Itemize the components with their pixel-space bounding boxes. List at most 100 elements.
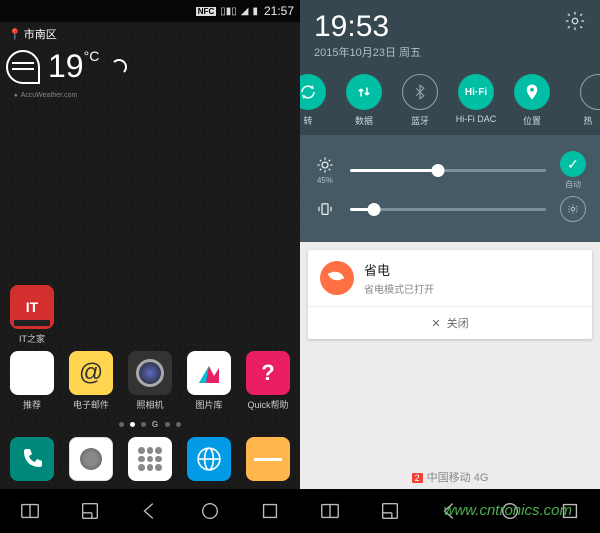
nav-bar (300, 489, 600, 533)
nav-back-button[interactable] (436, 497, 464, 525)
brightness-icon: 45% (310, 156, 340, 185)
app-label: 照相机 (136, 398, 163, 411)
globe-icon (187, 437, 231, 481)
dock-contacts[interactable] (65, 437, 117, 481)
hifi-icon: Hi·Fi (458, 74, 494, 110)
volume-slider[interactable] (350, 208, 546, 211)
status-bar: NFC ▯▮▯ ◢ ▮ 21:57 (0, 0, 300, 22)
brightness-slider[interactable] (350, 169, 546, 172)
gallery-icon (187, 351, 231, 395)
weather-unit: °C (84, 48, 100, 64)
battery-icon: ▮ (252, 6, 258, 17)
brightness-percent: 45% (317, 176, 333, 185)
bluetooth-icon (402, 74, 438, 110)
dot (119, 422, 124, 427)
tile-label: 位置 (523, 114, 541, 127)
dot-g: G (152, 420, 159, 429)
nav-home-button[interactable] (496, 497, 524, 525)
app-label: 电子邮件 (73, 398, 109, 411)
app-label: Quick帮助 (247, 398, 288, 411)
location-label[interactable]: 📍 市南区 (8, 26, 57, 42)
location-icon (514, 74, 550, 110)
qs-tiles[interactable]: 转 数据 蓝牙 Hi·Fi Hi-Fi DAC 位置 热 (300, 66, 600, 135)
nav-dual-button[interactable] (316, 497, 344, 525)
nfc-icon: NFC (196, 7, 216, 16)
location-text: 市南区 (24, 26, 57, 42)
sound-settings-button[interactable] (560, 196, 586, 222)
notif-title: 省电 (364, 260, 434, 279)
hotspot-icon (580, 74, 600, 110)
weather-credit: AccuWeather.com (14, 92, 77, 99)
tile-rotate[interactable]: 转 (300, 74, 336, 127)
nav-qslide-button[interactable] (76, 497, 104, 525)
close-icon: ✕ (431, 317, 440, 330)
phone-icon (10, 437, 54, 481)
dock-apps[interactable] (124, 437, 176, 481)
app-quickhelp[interactable]: ? Quick帮助 (242, 351, 294, 411)
qs-date: 2015年10月23日 周五 (314, 44, 421, 60)
sim-badge: 2 (412, 473, 423, 483)
dot (165, 422, 170, 427)
app-email[interactable]: @ 电子邮件 (65, 351, 117, 411)
tile-label: 蓝牙 (411, 114, 429, 127)
battery-saver-icon (320, 261, 354, 295)
notification-card[interactable]: 省电 省电模式已打开 ✕ 关闭 (308, 250, 592, 339)
tile-data[interactable]: 数据 (336, 74, 392, 127)
folder-icon (10, 351, 54, 395)
vibrate-icon: ▯▮▯ (220, 6, 237, 17)
home-screen: NFC ▯▮▯ ◢ ▮ 21:57 📍 市南区 19°C AccuWeather… (0, 0, 300, 533)
notif-close-button[interactable]: ✕ 关闭 (308, 306, 592, 339)
contacts-icon (69, 437, 113, 481)
quick-settings-panel: 19:53 2015年10月23日 周五 转 数据 蓝牙 Hi·Fi Hi-Fi … (300, 0, 600, 533)
camera-icon (128, 351, 172, 395)
vibrate-icon (310, 200, 340, 218)
dot (141, 422, 146, 427)
nav-recent-button[interactable] (256, 497, 284, 525)
nav-back-button[interactable] (136, 497, 164, 525)
nav-recent-button[interactable] (556, 497, 584, 525)
app-label: IT之家 (19, 332, 45, 345)
app-label: 图片库 (195, 398, 222, 411)
nav-qslide-button[interactable] (376, 497, 404, 525)
volume-slider-row (310, 196, 590, 222)
auto-label: 自动 (565, 179, 581, 190)
auto-brightness-toggle[interactable]: ✓ (560, 151, 586, 177)
weather-icon (6, 50, 40, 84)
tile-hifi[interactable]: Hi·Fi Hi-Fi DAC (448, 74, 504, 127)
dock-phone[interactable] (6, 437, 58, 481)
tile-hotspot[interactable]: 热 (560, 74, 600, 127)
app-gallery[interactable]: 图片库 (183, 351, 235, 411)
page-indicator[interactable]: G (0, 420, 300, 429)
carrier-name: 中国移动 4G (427, 472, 489, 484)
tile-location[interactable]: 位置 (504, 74, 560, 127)
apps-icon (128, 437, 172, 481)
pin-icon: 📍 (8, 28, 22, 41)
nav-bar (0, 489, 300, 533)
app-ithome[interactable]: IT IT之家 (6, 285, 58, 345)
dock-messages[interactable] (242, 437, 294, 481)
close-label: 关闭 (447, 315, 469, 331)
tile-label: Hi-Fi DAC (456, 114, 497, 124)
app-camera[interactable]: 照相机 (124, 351, 176, 411)
carrier-label: 2 中国移动 4G (300, 469, 600, 485)
ithome-icon: IT (10, 285, 54, 329)
app-recommend[interactable]: 推荐 (6, 351, 58, 411)
email-icon: @ (69, 351, 113, 395)
tile-bluetooth[interactable]: 蓝牙 (392, 74, 448, 127)
nav-home-button[interactable] (196, 497, 224, 525)
refresh-icon[interactable] (111, 59, 127, 75)
tile-label: 转 (303, 114, 312, 127)
dot (176, 422, 181, 427)
quickhelp-icon: ? (246, 351, 290, 395)
dot-active (130, 422, 135, 427)
weather-widget[interactable]: 19°C (6, 48, 127, 85)
rotate-icon (300, 74, 326, 110)
nav-dual-button[interactable] (16, 497, 44, 525)
tile-label: 热 (583, 114, 592, 127)
dock-browser[interactable] (183, 437, 235, 481)
signal-icon: ◢ (241, 6, 249, 17)
settings-button[interactable] (564, 10, 586, 32)
qs-clock: 19:53 (314, 10, 421, 44)
data-icon (346, 74, 382, 110)
app-label: 推荐 (23, 398, 41, 411)
